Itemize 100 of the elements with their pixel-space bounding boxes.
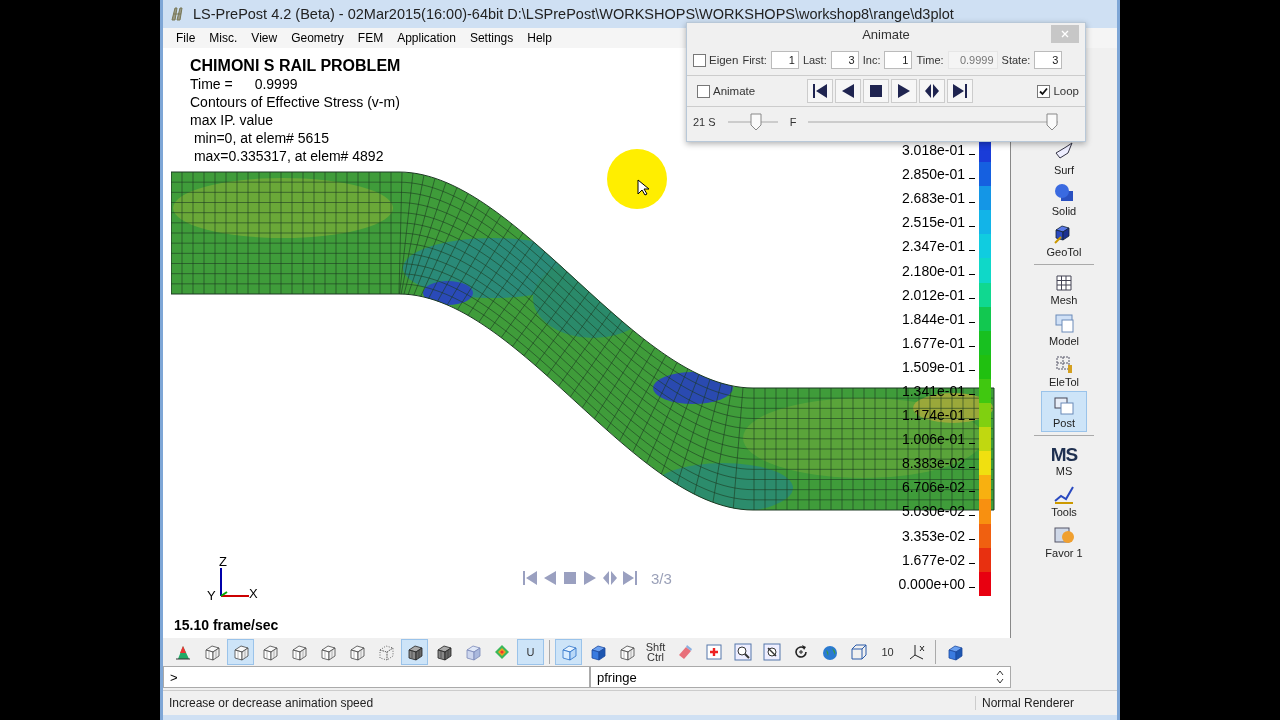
- renderer-status: Normal Renderer: [975, 696, 1117, 710]
- legend-label: 8.383e-02: [900, 455, 965, 472]
- checkbox[interactable]: [693, 53, 706, 67]
- field-label: Last:: [802, 54, 827, 66]
- frame-rate: 15.10 frame/sec: [174, 617, 279, 633]
- checkbox[interactable]: [1037, 84, 1051, 98]
- wireframe-cube-icon: [289, 643, 308, 661]
- playback-button[interactable]: [835, 79, 861, 103]
- sidebar-button[interactable]: Tools: [1041, 480, 1087, 521]
- slider-thumb[interactable]: [750, 113, 763, 131]
- number-field[interactable]: 1: [884, 51, 913, 69]
- sidebar-button[interactable]: MS MS: [1041, 439, 1087, 480]
- sidebar-button[interactable]: GeoTol: [1041, 220, 1087, 261]
- number-field[interactable]: 3: [1034, 51, 1063, 69]
- sidebar-button[interactable]: Favor 1: [1041, 521, 1087, 562]
- legend-tick: [969, 587, 975, 589]
- zoom-window-icon: [762, 643, 781, 661]
- checkbox-label: Animate: [713, 85, 756, 97]
- number-field[interactable]: 1: [770, 51, 799, 69]
- legend-label: 0.000e+00: [897, 575, 965, 592]
- playback-button[interactable]: [891, 79, 917, 103]
- field-label: State:: [1001, 54, 1031, 66]
- checkbox[interactable]: [697, 84, 710, 98]
- sidebar-button[interactable]: Post: [1041, 391, 1087, 432]
- info-line: max IP. value: [190, 111, 274, 129]
- legend-label: 3.018e-01: [900, 142, 965, 159]
- wireframe-cube-icon: [318, 643, 337, 661]
- menu-item[interactable]: View: [244, 31, 285, 45]
- slider[interactable]: [808, 113, 1059, 131]
- legend-tick: [969, 249, 975, 251]
- dotted-cube-icon: [376, 643, 395, 661]
- bounce-icon: [601, 569, 619, 587]
- legend-tick: [969, 201, 975, 203]
- legend-label: 6.706e-02: [900, 479, 965, 496]
- grid-icon: [1053, 353, 1075, 375]
- checkbox-label: Eigen: [709, 54, 739, 66]
- legend-tick: [969, 370, 975, 372]
- legend-label: 1.844e-01: [900, 310, 965, 327]
- sidebar-button[interactable]: Surf: [1041, 138, 1087, 179]
- playback-button[interactable]: [947, 79, 973, 103]
- legend-label: 1.677e-02: [900, 551, 965, 568]
- playback-button[interactable]: [807, 79, 833, 103]
- toolbar-button[interactable]: [401, 639, 428, 665]
- toolbar-button[interactable]: Shft Ctrl: [642, 639, 669, 665]
- wireframe-cube-icon: [231, 643, 250, 661]
- model-title: CHIMONI S RAIL PROBLEM: [190, 56, 401, 75]
- slider[interactable]: [727, 113, 778, 131]
- sidebar-button[interactable]: EleTol: [1041, 350, 1087, 391]
- legend-label: 1.341e-01: [900, 383, 965, 399]
- legend-label: 2.515e-01: [900, 214, 965, 231]
- info-line: max=0.335317, at elem# 4892: [192, 147, 385, 165]
- axis-label: Y: [207, 588, 216, 603]
- sidebar-button[interactable]: Mesh: [1041, 268, 1087, 309]
- bounce-icon: [923, 82, 941, 100]
- sidebar-button[interactable]: Solid: [1041, 179, 1087, 220]
- toolbar-button[interactable]: U: [517, 639, 544, 665]
- legend-label: 1.677e-01: [900, 334, 965, 351]
- menu-item[interactable]: Help: [520, 31, 559, 45]
- legend-label: 2.683e-01: [900, 190, 965, 207]
- legend-label: 2.012e-01: [900, 286, 965, 303]
- wireframe-cube-icon: [202, 643, 221, 661]
- legend-tick: [969, 298, 975, 300]
- command-combo[interactable]: pfringe: [590, 666, 1011, 688]
- command-field[interactable]: >: [163, 666, 590, 688]
- legend-tick: [969, 442, 975, 444]
- menu-item[interactable]: Misc.: [202, 31, 245, 45]
- menu-item[interactable]: Geometry: [284, 31, 351, 45]
- toolbar-button[interactable]: 10: [874, 639, 901, 665]
- shaded-cube-icon: [405, 643, 424, 661]
- axis-label: X: [249, 586, 258, 601]
- number-field[interactable]: 3: [830, 51, 859, 69]
- playback-button[interactable]: [919, 79, 945, 103]
- wireframe-cube-icon: [260, 643, 279, 661]
- state-counter: 3/3: [651, 569, 672, 587]
- legend-tick: [969, 153, 975, 155]
- field-label: First:: [742, 54, 767, 66]
- sidebar-button[interactable]: Model: [1041, 309, 1087, 350]
- cube-icon: [559, 643, 578, 661]
- info-line: min=0, at elem# 5615: [192, 129, 330, 147]
- slider-thumb[interactable]: [1046, 113, 1059, 131]
- axis-label: Z: [219, 554, 227, 569]
- solid-cube-icon: [588, 643, 607, 661]
- legend-tick: [969, 346, 975, 348]
- playback-button[interactable]: [863, 79, 889, 103]
- last-frame-icon: [951, 82, 969, 100]
- legend-label: 2.850e-01: [900, 166, 965, 183]
- legend-label: 2.347e-01: [900, 238, 965, 255]
- menu-item[interactable]: Settings: [462, 31, 521, 45]
- axes-icon: [907, 643, 926, 661]
- menu-item[interactable]: File: [169, 31, 203, 45]
- checkbox-label: Loop: [1053, 85, 1079, 97]
- menu-item[interactable]: Application: [390, 31, 463, 45]
- menu-item[interactable]: FEM: [350, 31, 391, 45]
- zoom-icon: [733, 643, 752, 661]
- wireframe-cube-icon: [617, 643, 636, 661]
- pointer-icon: [637, 179, 649, 196]
- last-frame-icon: [621, 569, 639, 587]
- legend-label: 2.180e-01: [900, 262, 965, 279]
- solid-shape-icon: [1053, 182, 1075, 204]
- stop-icon: [561, 569, 579, 587]
